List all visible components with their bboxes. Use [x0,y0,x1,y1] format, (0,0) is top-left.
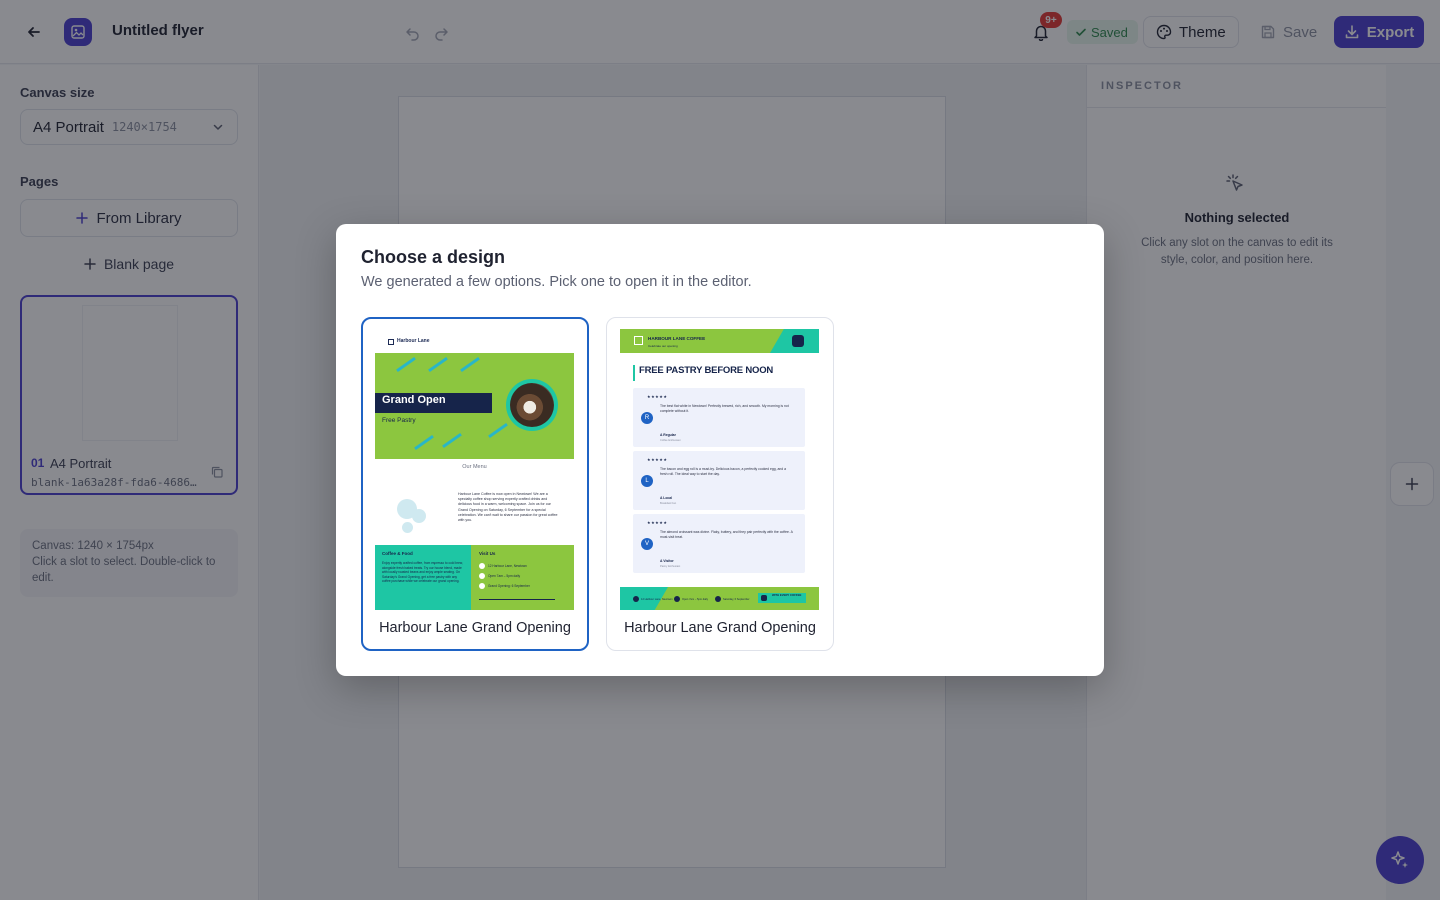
flyer-visit-row: 12 Harbour Lane, Newtown [479,563,527,569]
calendar-icon [479,583,485,589]
footer-item-text: Saturday, 6 September [723,597,750,601]
review-stars: ★★★★★ [647,457,668,462]
choose-design-dialog: Choose a design We generated a few optio… [336,224,1104,676]
footer-badge: WITH EVERY COFFEE [758,593,806,603]
decor-bubble [402,522,413,533]
flyer-visit-text: Grand Opening: 6 September [488,584,530,588]
footer-badge-text: WITH EVERY COFFEE [772,593,802,597]
flyer-logo [634,336,643,345]
flyer-visit-text: 12 Harbour Lane, Newtown [488,564,527,568]
design-option-1[interactable]: Harbour Lane Grand Open Free Pastry Our … [361,317,589,651]
calendar-icon [715,596,721,602]
flyer-header: Harbour Lane [375,329,574,353]
design-preview-1: Harbour Lane Grand Open Free Pastry Our … [375,329,574,610]
review-author-sub: Breakfast Fan [660,502,677,505]
footer-item: 12 Harbour Lane, Newtown [633,596,673,602]
decor-stripe [396,356,416,373]
footer-item-text: Open 7am – 5pm daily [682,597,709,601]
map-pin-icon [633,596,639,602]
clock-icon [479,573,485,579]
decor-stripe [460,356,480,373]
flyer-about-text: Harbour Lane Coffee is now open in Newto… [458,492,558,523]
review-author-sub: Coffee Enthusiast [660,439,681,442]
dialog-title: Choose a design [361,247,506,267]
design-preview-2: HARBOUR LANE COFFEE Celebrate our openin… [620,329,819,610]
decor-stripe [442,432,462,449]
design-option-label: Harbour Lane Grand Opening [624,620,816,636]
flyer-headline: Grand Open [382,394,446,406]
decor-bubble [412,509,426,523]
map-pin-icon [479,563,485,569]
dialog-subtitle: We generated a few options. Pick one to … [361,274,752,290]
coffee-cup-icon [761,595,767,601]
design-option-2[interactable]: HARBOUR LANE COFFEE Celebrate our openin… [606,317,834,651]
review-quote: The bacon and egg roll is a must-try. De… [660,467,787,476]
review-stars: ★★★★★ [647,520,668,525]
flyer-tagline: Free Pastry [382,417,416,424]
flyer-header: HARBOUR LANE COFFEE Celebrate our openin… [620,329,819,353]
flyer-menu-title: Our Menu [462,464,487,470]
clock-icon [674,596,680,602]
flyer-visit-row: Open 7am – 5pm daily [479,573,520,579]
design-option-label: Harbour Lane Grand Opening [379,620,571,636]
coffee-cup-icon [792,335,804,347]
flyer-brand-sub: Celebrate our opening [648,344,678,348]
decor-stripe [488,422,508,439]
footer-item: Saturday, 6 September [715,596,749,602]
review-stars: ★★★★★ [647,394,668,399]
review-author: A Regular [660,433,676,437]
footer-item-text: 12 Harbour Lane, Newtown [641,597,673,601]
flyer-brand: Harbour Lane [397,338,430,344]
flyer-footer: 12 Harbour Lane, Newtown Open 7am – 5pm … [620,587,819,610]
review-author: A Visitor [660,559,674,563]
flyer-brand: HARBOUR LANE COFFEE [648,336,706,341]
review-avatar: V [641,538,653,550]
flyer-photo [510,383,554,427]
flyer-signature-line [479,599,555,600]
review-avatar: L [641,475,653,487]
review-author-sub: Pastry Enthusiast [660,565,681,568]
flyer-visit-text: Open 7am – 5pm daily [488,574,521,578]
flyer-logo [388,339,394,345]
flyer-headline: FREE PASTRY BEFORE NOON [639,365,774,376]
review-quote: The almond croissant was divine. Flaky, … [660,530,793,539]
review-avatar: R [641,412,653,424]
flyer-col1-text: Enjoy expertly crafted coffee, from espr… [382,561,463,584]
flyer-accent-rule [633,365,635,381]
flyer-col1-title: Coffee & Food [382,551,413,556]
footer-item: Open 7am – 5pm daily [674,596,708,602]
review-author: A Local [660,496,673,500]
flyer-col2-title: Visit Us [479,551,496,556]
flyer-hero: Grand Open Free Pastry [375,353,574,459]
review-quote: The best flat white in Newtown! Perfectl… [660,404,789,413]
decor-stripe [414,434,434,451]
decor-stripe [428,356,448,373]
flyer-visit-row: Grand Opening: 6 September [479,583,530,589]
